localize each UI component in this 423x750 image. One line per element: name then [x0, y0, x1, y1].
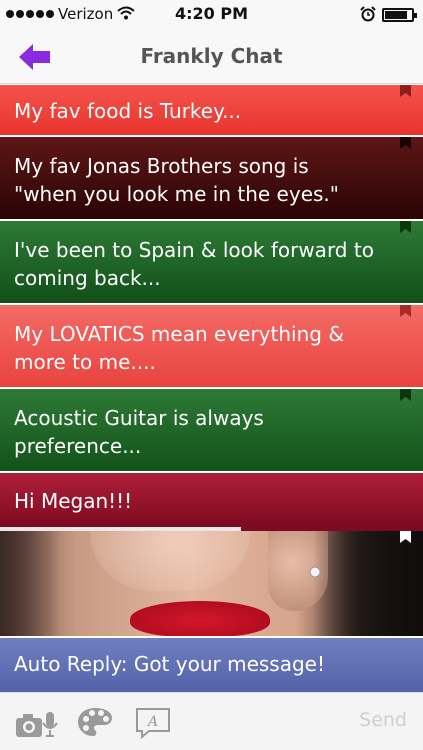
svg-text:A: A [146, 714, 158, 730]
text-style-icon[interactable]: A [134, 707, 172, 739]
status-bar: Verizon 4:20 PM [0, 0, 423, 30]
battery-level [385, 11, 408, 19]
message-text: Acoustic Guitar is always preference... [14, 406, 264, 458]
bookmark-icon [400, 389, 411, 401]
message-text: Hi Megan!!! [14, 489, 133, 513]
message-item[interactable]: My fav food is Turkey... [0, 85, 423, 137]
camera-mic-icon[interactable] [14, 708, 60, 740]
message-item[interactable]: I've been to Spain & look forward to com… [0, 221, 423, 305]
bookmark-icon [400, 137, 411, 149]
photo-lips [130, 601, 270, 636]
message-item[interactable]: Acoustic Guitar is always preference... [0, 389, 423, 473]
message-item[interactable]: Hi Megan!!! [0, 473, 423, 529]
message-text: My fav Jonas Brothers song is "when you … [14, 154, 339, 206]
message-item[interactable]: My LOVATICS mean everything & more to me… [0, 305, 423, 389]
message-text: I've been to Spain & look forward to com… [14, 238, 374, 290]
page-title: Frankly Chat [140, 44, 283, 68]
bookmark-icon [400, 531, 411, 543]
palette-icon[interactable] [76, 706, 114, 738]
send-button[interactable]: Send [359, 709, 407, 731]
bookmark-icon [400, 221, 411, 233]
auto-reply-message: Auto Reply: Got your message! [0, 636, 423, 692]
battery-icon [382, 8, 417, 22]
alarm-clock-icon [360, 6, 376, 22]
bookmark-icon [400, 305, 411, 317]
nav-bar: Frankly Chat [0, 30, 423, 84]
compose-toolbar: A Send [0, 692, 423, 750]
photo-message[interactable] [0, 531, 423, 636]
bookmark-icon [400, 85, 411, 97]
message-text: My LOVATICS mean everything & more to me… [14, 322, 344, 374]
message-text: My fav food is Turkey... [14, 99, 242, 123]
message-item[interactable]: My fav Jonas Brothers song is "when you … [0, 137, 423, 221]
earring-icon [309, 566, 321, 578]
